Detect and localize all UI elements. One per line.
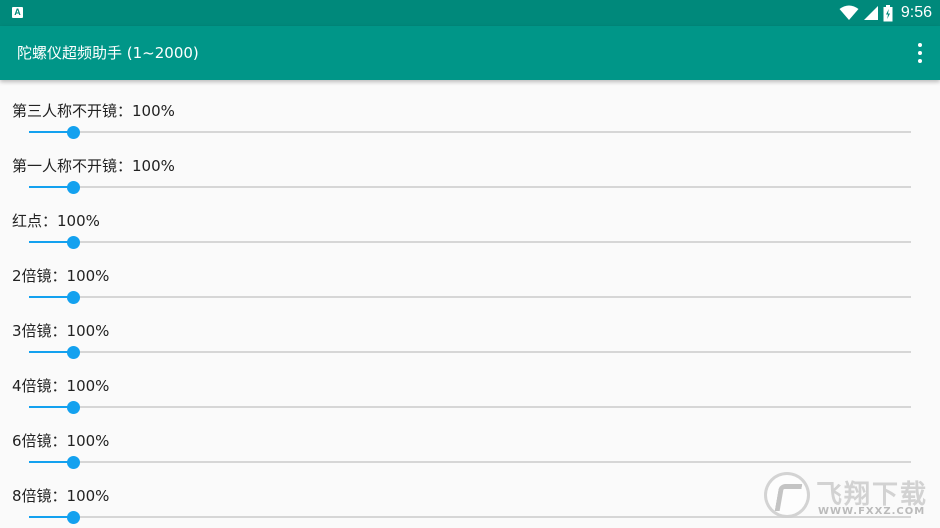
slider-row: 2倍镜：100% [0, 245, 940, 304]
seekbar-track[interactable] [29, 461, 911, 463]
slider-list: 第三人称不开镜：100% 第一人称不开镜：100% 红点：100% 2倍镜：100% 3… [0, 80, 940, 528]
overflow-dot [918, 59, 922, 63]
slider-label: 6倍镜：100% [12, 432, 110, 450]
slider-row: 6倍镜：100% [0, 410, 940, 469]
seekbar-track[interactable] [29, 241, 911, 243]
notification-icon: A [12, 7, 23, 18]
watermark: 飞翔下载 WWW.FXXZ.COM [764, 470, 930, 522]
status-time: 9:56 [900, 4, 932, 21]
slider-label: 4倍镜：100% [12, 377, 110, 395]
watermark-logo-icon [764, 472, 810, 518]
slider-row: 第一人称不开镜：100% [0, 135, 940, 194]
status-bar: A 9:56 [0, 0, 940, 26]
overflow-dot [918, 51, 922, 55]
app-bar: 陀螺仪超频助手 (1~2000) [0, 26, 940, 80]
wifi-icon [839, 5, 859, 20]
slider-row: 4倍镜：100% [0, 355, 940, 414]
seekbar-track[interactable] [29, 186, 911, 188]
seekbar-thumb[interactable] [67, 511, 80, 524]
overflow-dot [918, 43, 922, 47]
slider-row: 第三人称不开镜：100% [0, 80, 940, 139]
more-vert-icon[interactable] [912, 40, 928, 66]
slider-row: 红点：100% [0, 190, 940, 249]
signal-icon [863, 6, 878, 20]
app-title: 陀螺仪超频助手 (1~2000) [17, 44, 199, 62]
seekbar-track[interactable] [29, 296, 911, 298]
slider-label: 红点：100% [12, 212, 100, 230]
slider-row: 3倍镜：100% [0, 300, 940, 359]
seekbar-track[interactable] [29, 131, 911, 133]
seekbar-track[interactable] [29, 406, 911, 408]
slider-label: 2倍镜：100% [12, 267, 110, 285]
slider-label: 第三人称不开镜：100% [12, 102, 175, 120]
battery-icon [883, 4, 893, 21]
slider-label: 3倍镜：100% [12, 322, 110, 340]
watermark-domain: WWW.FXXZ.COM [818, 506, 926, 517]
slider-label: 第一人称不开镜：100% [12, 157, 175, 175]
status-icons: 9:56 [835, 0, 932, 26]
slider-label: 8倍镜：100% [12, 487, 110, 505]
seekbar-track[interactable] [29, 351, 911, 353]
